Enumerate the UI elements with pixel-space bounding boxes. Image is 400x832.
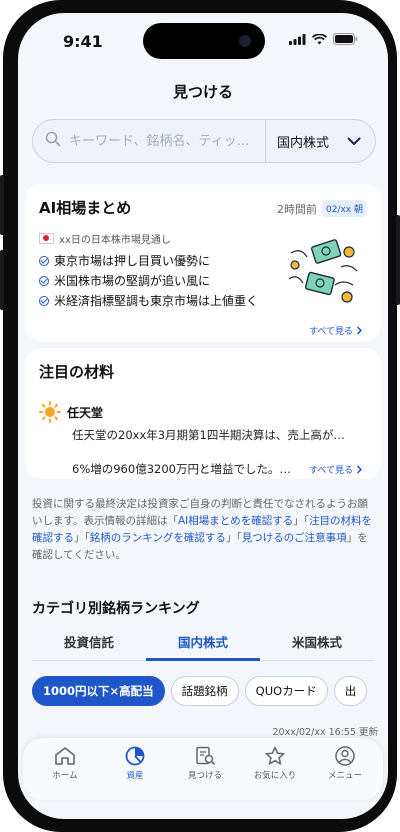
ranking-link[interactable]: 銘柄のランキングを確認する [90,532,226,544]
date-badge: 02/xx 朝 [322,200,367,217]
disclaimer-segment: 」「 [225,532,242,544]
money-illustration [288,239,358,303]
chip-quo-card[interactable]: QUOカード [244,676,328,706]
tab-domestic-stocks[interactable]: 国内株式 [146,632,260,651]
see-all-label: すべて見る [308,327,353,337]
tab-home[interactable]: ホーム [35,746,95,781]
see-all-label: すべて見る [308,466,353,476]
status-time: 9:41 [63,32,103,51]
app-screen: 9:41 見つける キーワード、銘柄名、ティッ... 国内株式 AI相場まとめ … [18,13,388,819]
search-input[interactable] [67,120,261,162]
search-divider [265,120,266,162]
document-search-icon [196,746,215,765]
market-select-label: 国内株式 [277,135,330,151]
disclaimer-segment: 」「 [293,515,309,527]
tab-menu-label: メニュー [327,771,362,781]
tab-assets[interactable]: 資産 [105,746,165,781]
tab-discover-label: 見つける [187,771,222,781]
tab-us-stocks[interactable]: 米国株式 [260,632,374,651]
chip-low-price-high-dividend[interactable]: 1000円以下×高配当 [32,676,165,706]
battery-icon [333,33,358,45]
notice-link[interactable]: 見つけるのご注意事項 [242,532,347,544]
news-text-line1: 任天堂の20xx年3月期第1四半期決算は、売上高が… [72,428,345,442]
active-tab-indicator [146,658,260,661]
power-button [396,215,400,305]
summary-bullet-text: 米経済指標堅調も東京市場は上値重く [54,294,259,308]
chevron-right-icon [356,465,363,474]
summary-bullet-text: 東京市場は押し目買い優勢に [54,254,211,268]
material-card[interactable]: 注目の材料 任天堂 任天堂の20xx年3月期第1四半期決算は、売上高が… 6%増… [25,348,381,479]
chip-more[interactable]: 出 [333,676,368,706]
signal-icon [289,33,306,45]
star-icon [265,746,285,765]
updated-time: 2時間前 [277,202,317,216]
chevron-down-icon [347,137,361,146]
ranking-updated: 20xx/02/xx 16:55 更新 [272,727,378,738]
market-select[interactable]: 国内株式 [273,120,373,162]
search-icon [45,131,61,147]
summary-bullet: 米経済指標堅調も東京市場は上値重く [39,292,258,309]
ai-summary-card[interactable]: AI相場まとめ 2時間前 02/xx 朝 xx日の日本株市場見通し 東京市場は押… [25,184,381,342]
tab-investment-trust[interactable]: 投資信託 [32,632,146,651]
see-all-link[interactable]: すべて見る [309,324,363,337]
chevron-right-icon [356,326,363,335]
status-bar: 9:41 [18,13,388,69]
disclaimer-text: 投資に関する最終決定は投資家ご自身の判断と責任でなされるようお願いします。表示情… [32,496,374,564]
ai-summary-subtitle: xx日の日本株市場見通し [59,235,171,246]
bottom-tab-bar: ホーム 資産 見つける お気に入り メニュー [23,738,383,800]
see-all-link[interactable]: すべて見る [309,463,363,476]
summary-bullet: 東京市場は押し目買い優勢に [39,252,210,269]
search-bar: 国内株式 [32,119,376,163]
ai-summary-link[interactable]: AI相場まとめを確認する [178,515,293,527]
user-icon [335,746,355,766]
tab-assets-label: 資産 [126,771,144,781]
japan-flag-icon [39,233,54,244]
check-circle-icon [39,275,49,286]
ranking-title: カテゴリ別銘柄ランキング [32,601,200,617]
check-circle-icon [39,255,49,266]
tab-home-label: ホーム [52,771,78,781]
stock-name: 任天堂 [67,405,104,420]
ranking-tabs: 投資信託 国内株式 米国株式 [32,632,374,661]
ai-summary-title: AI相場まとめ [39,199,132,217]
summary-bullet: 米国株市場の堅調が追い風に [39,272,210,289]
tab-discover[interactable]: 見つける [175,746,235,781]
sun-icon [39,401,61,423]
home-icon [55,747,75,765]
pie-chart-icon [125,746,145,766]
tab-favorites-label: お気に入り [253,771,297,781]
camera-icon [239,35,251,47]
wifi-icon [312,33,327,44]
tab-menu[interactable]: メニュー [315,746,375,781]
material-title: 注目の材料 [39,363,115,381]
ranking-chips: 1000円以下×高配当 話題銘柄 QUOカード 出 [32,676,368,706]
volume-button [0,250,4,310]
check-circle-icon [39,295,49,306]
dynamic-island [143,23,265,59]
summary-bullet-text: 米国株市場の堅調が追い風に [54,274,211,288]
disclaimer-segment: 」「 [74,532,90,544]
phone-frame: 9:41 見つける キーワード、銘柄名、ティッ... 国内株式 AI相場まとめ … [0,0,400,832]
page-title: 見つける [172,83,233,101]
chip-trending[interactable]: 話題銘柄 [170,676,239,706]
news-text-line2: 6%増の960億3200万円と増益でした。… [72,462,291,476]
tab-favorites[interactable]: お気に入り [245,746,305,781]
volume-button [0,175,4,235]
